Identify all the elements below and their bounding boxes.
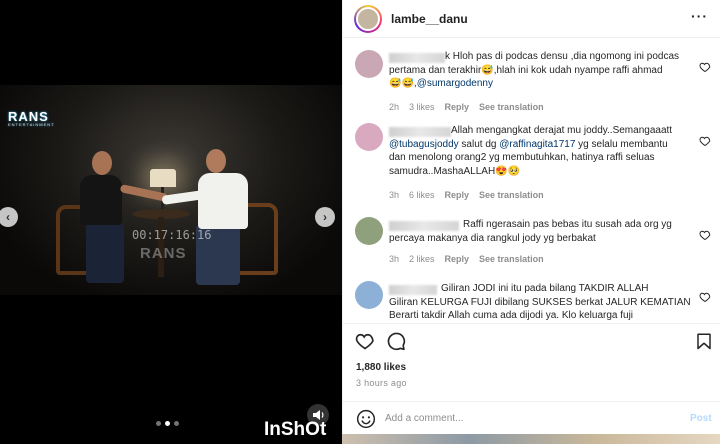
comment-meta: 2h 3 likes Reply See translation [389,102,544,112]
comment-mention[interactable]: @tubagusjoddy [389,139,459,150]
comment-input[interactable] [385,408,675,428]
see-translation-button[interactable]: See translation [479,102,544,112]
comment-bubble-icon[interactable] [386,331,406,351]
post-comment-button[interactable]: Post [690,413,712,424]
comment-text: k Hloh pas di podcas densu ,dia ngomong … [389,51,680,89]
taskbar-strip [342,434,720,444]
comment-avatar[interactable] [355,217,383,245]
rans-logo-sub: ENTERTAINMENT [8,122,55,127]
person-right-head [206,149,226,173]
comment-avatar[interactable] [355,123,383,151]
video-watermark: RANS [140,245,187,262]
person-left-legs [86,223,124,283]
comment-time: 2h [389,102,400,112]
comment-text: Giliran JODI ini itu pada bilang TAKDIR … [389,283,691,321]
video-frame[interactable]: RANS ENTERTAINMENT 00:17:16:16 RANS [0,85,342,295]
comments-list[interactable]: k Hloh pas di podcas densu ,dia ngomong … [343,39,720,323]
post-timestamp: 3 hours ago [356,378,407,388]
bookmark-icon[interactable] [695,331,713,351]
lamp [150,169,176,187]
comment-avatar[interactable] [355,50,383,78]
comment-heart-icon[interactable] [699,61,711,73]
comment-text: Raffi ngerasain pas bebas itu susah ada … [389,219,672,244]
rans-logo: RANS ENTERTAINMENT [8,109,55,127]
reply-button[interactable]: Reply [445,102,470,112]
video-timecode: 00:17:16:16 [132,228,212,242]
carousel-dot [156,421,161,426]
comment-meta: 3h 6 likes Reply See translation [389,190,544,200]
likes-count[interactable]: 1,880 likes [356,362,406,373]
see-translation-button[interactable]: See translation [479,190,544,200]
comment-meta: 3h 2 likes Reply See translation [389,254,544,264]
carousel-dots [156,421,179,426]
carousel-dot-active [165,421,170,426]
person-right [198,173,248,229]
post-panel: lambe__danu ··· k Hloh pas di podcas den… [342,0,720,444]
comment-time: 3h [389,190,400,200]
avatar[interactable] [354,5,382,33]
comment-likes[interactable]: 2 likes [409,254,435,264]
comment-likes[interactable]: 6 likes [409,190,435,200]
heart-icon[interactable] [355,331,375,351]
add-comment-bar: Post [343,401,720,434]
carousel-next-button[interactable]: › [315,207,335,227]
post-media[interactable]: RANS ENTERTAINMENT 00:17:16:16 RANS ‹ › … [0,0,342,444]
see-translation-button[interactable]: See translation [479,254,544,264]
comment-mention[interactable]: @raffinagita1717 [499,139,575,150]
reply-button[interactable]: Reply [445,254,470,264]
comment-time: 3h [389,254,400,264]
reply-button[interactable]: Reply [445,190,470,200]
comment-likes[interactable]: 3 likes [409,102,435,112]
carousel-dot [174,421,179,426]
person-left [80,175,122,225]
post-header: lambe__danu ··· [343,0,720,38]
comment-heart-icon[interactable] [699,229,711,241]
inshot-watermark: InShOt [264,419,327,440]
comment-mention[interactable]: @sumargodenny [417,78,493,89]
smiley-icon[interactable] [356,409,376,429]
person-left-head [92,151,112,175]
post-actions: 1,880 likes 3 hours ago [343,323,720,401]
more-options-button[interactable]: ··· [691,8,708,24]
post-username[interactable]: lambe__danu [391,12,468,26]
comment-text: Allah mengangkat derajat mu joddy..Seman… [389,125,673,177]
comment-heart-icon[interactable] [699,135,711,147]
comment-avatar[interactable] [355,281,383,309]
comment-heart-icon[interactable] [699,291,711,303]
